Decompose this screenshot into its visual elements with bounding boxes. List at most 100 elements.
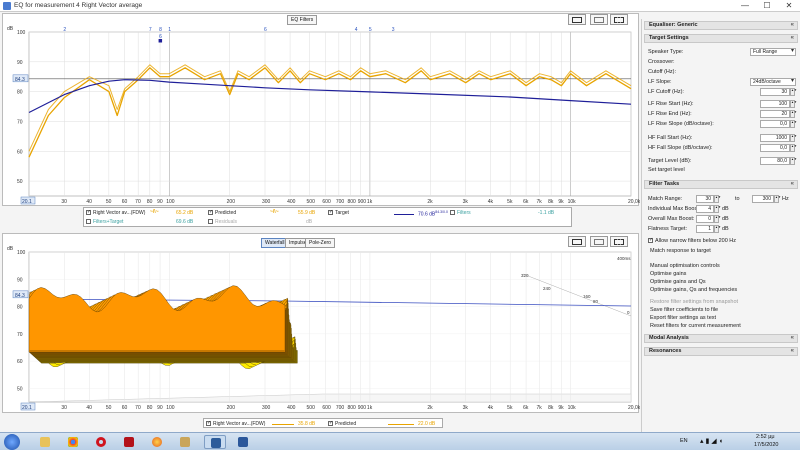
indiv-max-boost-field[interactable]: 4 bbox=[696, 205, 714, 213]
match-range-label: Match Range: bbox=[648, 196, 683, 202]
legend-checkbox[interactable] bbox=[86, 219, 91, 225]
x-tick-label: 4k bbox=[488, 199, 494, 205]
lf-rise-start-field[interactable]: 100 bbox=[760, 100, 790, 108]
minimize-button[interactable]: — bbox=[734, 0, 756, 12]
export-settings-link[interactable]: Export filter settings as text bbox=[650, 315, 716, 321]
waterfall-plot[interactable]: 30 40 50 60 70 80 90 100 200 300 400 500 600 700 800 90… bbox=[3, 234, 640, 414]
match-range-from-stepper[interactable]: ▲▼ bbox=[714, 195, 721, 203]
legend-item-measurement[interactable]: Right Vector av...(FDW) bbox=[86, 209, 145, 216]
lf-cutoff-field[interactable]: 30 bbox=[760, 88, 790, 96]
speaker-type-select[interactable]: Full Range bbox=[750, 48, 796, 56]
chrome-icon[interactable] bbox=[62, 435, 84, 449]
x-tick-label: 200 bbox=[227, 405, 236, 411]
legend-checkbox[interactable] bbox=[328, 209, 333, 216]
legend-checkbox[interactable] bbox=[86, 209, 91, 216]
legend-item-target[interactable]: Target bbox=[328, 209, 349, 216]
top-graph-plot[interactable]: 30 40 50 60 70 80 90 100 200 300 400 500 600 700 800 90… bbox=[3, 14, 640, 207]
optimise-gains-q-link[interactable]: Optimise gains and Qs bbox=[650, 279, 706, 285]
target-level-field[interactable]: 80,0 bbox=[760, 157, 790, 165]
flatness-target-label: Flatness Target: bbox=[648, 226, 688, 232]
lf-cutoff-stepper[interactable]: ▲▼ bbox=[790, 88, 797, 96]
y-tick-label: 90 bbox=[17, 277, 23, 283]
x-tick-label: 200 bbox=[227, 199, 236, 205]
match-range-from-field[interactable]: 30 bbox=[696, 195, 714, 203]
lf-rise-slope-stepper[interactable]: ▲▼ bbox=[790, 120, 797, 128]
section-resonances[interactable]: Resonances « bbox=[644, 347, 798, 356]
optimise-gains-q-freq-link[interactable]: Optimise gains, Qs and frequencies bbox=[650, 287, 737, 293]
red-app-icon[interactable] bbox=[118, 435, 140, 449]
section-modal-analysis[interactable]: Modal Analysis « bbox=[644, 334, 798, 343]
lf-rise-end-stepper[interactable]: ▲▼ bbox=[790, 110, 797, 118]
start-button[interactable] bbox=[4, 434, 20, 450]
y-tick-label: 80 bbox=[17, 90, 23, 96]
manual-controls-link[interactable]: Manual optimisation controls bbox=[650, 263, 720, 269]
close-button[interactable]: ✕ bbox=[778, 0, 800, 12]
legend-item-filters-target[interactable]: Filters+Target bbox=[86, 219, 123, 225]
clock-time[interactable]: 2:52 μμ bbox=[756, 434, 775, 440]
clock-date[interactable]: 17/5/2020 bbox=[754, 442, 778, 448]
flatness-target-field[interactable]: 1 bbox=[696, 225, 714, 233]
legend-value-filters-target: 69.6 dB bbox=[176, 219, 194, 225]
match-range-to-field[interactable]: 300 bbox=[752, 195, 774, 203]
hf-fall-start-stepper[interactable]: ▲▼ bbox=[790, 134, 797, 142]
legend-value-filters: -1.1 dB bbox=[538, 210, 555, 216]
overall-max-boost-stepper[interactable]: ▲▼ bbox=[714, 215, 721, 223]
x-tick-label: 80 bbox=[147, 199, 153, 205]
lf-rise-start-stepper[interactable]: ▲▼ bbox=[790, 100, 797, 108]
match-response-link[interactable]: Match response to target bbox=[650, 248, 711, 254]
legend-checkbox[interactable] bbox=[208, 219, 213, 225]
lf-rise-slope-field[interactable]: 0,0 bbox=[760, 120, 790, 128]
lf-rise-end-field[interactable]: 20 bbox=[760, 110, 790, 118]
save-coeffs-link[interactable]: Save filter coefficients to file bbox=[650, 307, 718, 313]
legend-item-predicted[interactable]: Predicted bbox=[328, 420, 356, 427]
section-target-settings[interactable]: Target Settings « bbox=[644, 34, 798, 43]
legend-checkbox[interactable] bbox=[328, 420, 333, 427]
filter-marker-label: 7 bbox=[149, 27, 152, 33]
word-icon[interactable] bbox=[232, 435, 254, 449]
allow-narrow-checkbox[interactable]: Allow narrow filters below 200 Hz bbox=[648, 237, 736, 244]
target-level-stepper[interactable]: ▲▼ bbox=[790, 157, 797, 165]
legend-item-residuals[interactable]: Residuals bbox=[208, 219, 237, 225]
flatness-target-stepper[interactable]: ▲▼ bbox=[714, 225, 721, 233]
top-legend: Right Vector av...(FDW) ~/\~ 65.2 dB Pre… bbox=[83, 207, 572, 227]
maximize-button[interactable]: ☐ bbox=[756, 0, 778, 12]
explorer-icon[interactable] bbox=[34, 435, 56, 449]
x-tick-label: 600 bbox=[322, 199, 331, 205]
reset-filters-link[interactable]: Reset filters for current measurement bbox=[650, 323, 741, 329]
section-filter-tasks[interactable]: Filter Tasks « bbox=[644, 180, 798, 189]
section-equaliser[interactable]: Equaliser: Generic « bbox=[644, 21, 798, 30]
chevron-icon: « bbox=[790, 335, 794, 341]
hf-fall-slope-field[interactable]: 0,0 bbox=[760, 144, 790, 152]
hf-fall-slope-stepper[interactable]: ▲▼ bbox=[790, 144, 797, 152]
legend-item-filters[interactable]: Filters bbox=[450, 210, 471, 216]
filter-marker-label: 8 bbox=[159, 27, 162, 33]
x-start-readout: 20.1 bbox=[22, 405, 32, 411]
filter-marker-label: 6 bbox=[264, 27, 267, 33]
x-tick-label: 40 bbox=[86, 405, 92, 411]
rew-icon[interactable] bbox=[204, 435, 226, 449]
lf-slope-select[interactable]: 24dB/octave bbox=[750, 78, 796, 86]
folder-icon[interactable] bbox=[174, 435, 196, 449]
x-tick-label: 9k bbox=[558, 405, 564, 411]
firefox-icon[interactable] bbox=[146, 435, 168, 449]
legend-checkbox[interactable] bbox=[450, 210, 455, 216]
x-tick-label: 2k bbox=[427, 199, 433, 205]
opera-icon[interactable] bbox=[90, 435, 112, 449]
indiv-max-boost-stepper[interactable]: ▲▼ bbox=[714, 205, 721, 213]
hf-fall-start-field[interactable]: 1000 bbox=[760, 134, 790, 142]
y-tick-label: 60 bbox=[17, 149, 23, 155]
x-tick-label: 100 bbox=[166, 199, 175, 205]
hz-unit-label: Hz bbox=[782, 196, 789, 202]
y-tick-label: 100 bbox=[17, 30, 26, 36]
overall-max-boost-field[interactable]: 0 bbox=[696, 215, 714, 223]
legend-item-predicted[interactable]: Predicted bbox=[208, 209, 236, 216]
optimise-gains-link[interactable]: Optimise gains bbox=[650, 271, 686, 277]
legend-item-measurement[interactable]: Right Vector av...(FDW) bbox=[206, 420, 265, 427]
match-range-to-stepper[interactable]: ▲▼ bbox=[774, 195, 781, 203]
tray-icons[interactable]: ▴ ▮ ◢ ◖ bbox=[700, 437, 723, 445]
legend-checkbox[interactable] bbox=[206, 420, 211, 427]
set-target-level-link[interactable]: Set target level bbox=[648, 167, 685, 173]
restore-settings-link[interactable]: Restore filter settings from snapshot bbox=[650, 299, 738, 305]
language-indicator[interactable]: EN bbox=[680, 438, 688, 444]
legend-checkbox[interactable] bbox=[208, 209, 213, 216]
